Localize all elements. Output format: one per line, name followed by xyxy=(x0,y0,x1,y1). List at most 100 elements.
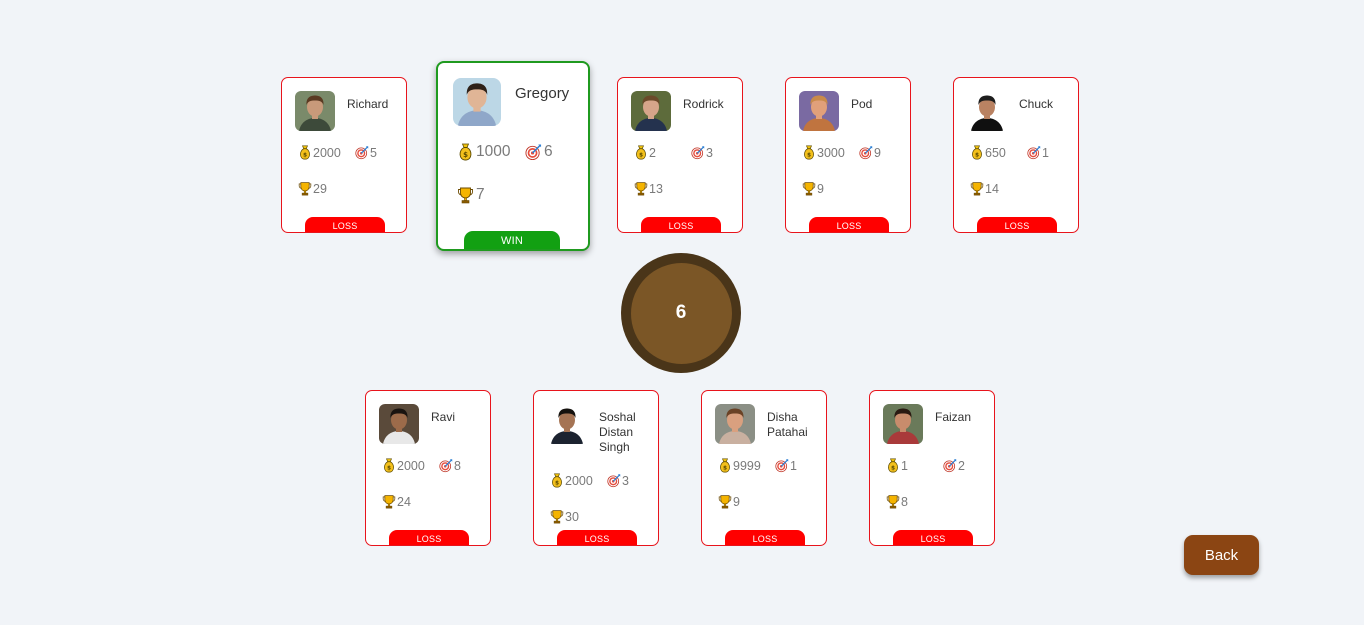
trophies-stat: 9 xyxy=(718,494,740,509)
player-card: Gregory $1000 6 7 WIN xyxy=(436,61,590,251)
money-bag-icon: $ xyxy=(718,458,732,473)
player-name: Chuck xyxy=(1019,97,1054,111)
coins-value: 2000 xyxy=(313,145,341,160)
coins-value: 2 xyxy=(649,145,656,160)
targets-stat: 6 xyxy=(525,143,553,161)
targets-stat: 1 xyxy=(1027,145,1049,160)
svg-text:$: $ xyxy=(723,466,727,472)
svg-text:$: $ xyxy=(807,153,811,159)
avatar xyxy=(453,78,501,126)
result-badge: LOSS xyxy=(641,217,721,232)
coins-stat: $1000 xyxy=(457,143,510,161)
money-bag-icon: $ xyxy=(802,145,816,160)
result-badge: LOSS xyxy=(305,217,385,232)
coins-value: 3000 xyxy=(817,145,845,160)
player-name: Richard xyxy=(347,97,389,111)
trophies-stat: 14 xyxy=(970,181,999,196)
player-card: Soshal Distan Singh $2000 3 30 LOSS xyxy=(533,390,659,546)
player-name: Pod xyxy=(851,97,873,111)
svg-text:$: $ xyxy=(975,153,979,159)
target-icon xyxy=(943,458,957,473)
trophies-value: 30 xyxy=(565,509,579,524)
trophy-icon xyxy=(550,509,564,524)
trophies-value: 8 xyxy=(901,494,908,509)
target-icon xyxy=(691,145,705,160)
player-card: Richard $2000 5 29 LOSS xyxy=(281,77,407,233)
coins-stat: $2000 xyxy=(382,458,425,473)
targets-stat: 8 xyxy=(439,458,461,473)
player-card: Pod $3000 9 9 LOSS xyxy=(785,77,911,233)
money-bag-icon: $ xyxy=(550,473,564,488)
trophies-stat: 8 xyxy=(886,494,908,509)
targets-stat: 3 xyxy=(691,145,713,160)
coins-value: 1 xyxy=(901,458,908,473)
player-card: Chuck $650 1 14 LOSS xyxy=(953,77,1079,233)
coins-stat: $2 xyxy=(634,145,656,160)
player-name: Disha Patahai xyxy=(767,410,808,439)
targets-value: 6 xyxy=(544,143,553,160)
player-name: Soshal Distan Singh xyxy=(599,410,636,454)
player-name: Gregory xyxy=(515,85,570,102)
trophy-icon xyxy=(457,186,474,204)
targets-value: 5 xyxy=(370,145,377,160)
money-bag-icon: $ xyxy=(457,143,474,161)
svg-text:$: $ xyxy=(387,466,391,472)
trophies-stat: 24 xyxy=(382,494,411,509)
targets-value: 3 xyxy=(622,473,629,488)
player-name: Ravi xyxy=(431,410,456,424)
result-badge: LOSS xyxy=(725,530,805,545)
trophy-icon xyxy=(634,181,648,196)
result-badge: LOSS xyxy=(557,530,637,545)
targets-value: 1 xyxy=(1042,145,1049,160)
trophies-stat: 29 xyxy=(298,181,327,196)
svg-text:$: $ xyxy=(891,466,895,472)
targets-value: 2 xyxy=(958,458,965,473)
svg-text:$: $ xyxy=(555,481,559,487)
coins-stat: $3000 xyxy=(802,145,845,160)
targets-stat: 3 xyxy=(607,473,629,488)
targets-value: 1 xyxy=(790,458,797,473)
target-icon xyxy=(1027,145,1041,160)
target-icon xyxy=(525,143,542,161)
avatar xyxy=(883,404,923,444)
trophies-stat: 30 xyxy=(550,509,579,524)
target-icon xyxy=(775,458,789,473)
money-bag-icon: $ xyxy=(298,145,312,160)
back-button[interactable]: Back xyxy=(1184,535,1259,575)
avatar xyxy=(967,91,1007,131)
result-badge: LOSS xyxy=(977,217,1057,232)
trophy-icon xyxy=(382,494,396,509)
avatar xyxy=(295,91,335,131)
targets-stat: 5 xyxy=(355,145,377,160)
trophies-stat: 7 xyxy=(457,186,485,204)
targets-stat: 2 xyxy=(943,458,965,473)
target-icon xyxy=(439,458,453,473)
trophy-icon xyxy=(802,181,816,196)
result-badge: LOSS xyxy=(893,530,973,545)
trophies-value: 9 xyxy=(733,494,740,509)
trophy-icon xyxy=(970,181,984,196)
targets-stat: 1 xyxy=(775,458,797,473)
coins-value: 2000 xyxy=(397,458,425,473)
targets-stat: 9 xyxy=(859,145,881,160)
player-card: Disha Patahai $9999 1 9 LOSS xyxy=(701,390,827,546)
money-bag-icon: $ xyxy=(886,458,900,473)
coins-value: 650 xyxy=(985,145,1006,160)
trophies-stat: 13 xyxy=(634,181,663,196)
trophies-value: 14 xyxy=(985,181,999,196)
trophy-icon xyxy=(718,494,732,509)
coins-stat: $9999 xyxy=(718,458,761,473)
trophy-icon xyxy=(886,494,900,509)
money-bag-icon: $ xyxy=(970,145,984,160)
avatar xyxy=(547,404,587,444)
trophies-value: 24 xyxy=(397,494,411,509)
trophies-value: 7 xyxy=(476,186,485,203)
player-name: Rodrick xyxy=(683,97,724,111)
round-counter: 6 xyxy=(621,253,741,373)
targets-value: 9 xyxy=(874,145,881,160)
avatar xyxy=(379,404,419,444)
coins-stat: $2000 xyxy=(298,145,341,160)
trophies-value: 29 xyxy=(313,181,327,196)
coins-stat: $1 xyxy=(886,458,908,473)
target-icon xyxy=(355,145,369,160)
